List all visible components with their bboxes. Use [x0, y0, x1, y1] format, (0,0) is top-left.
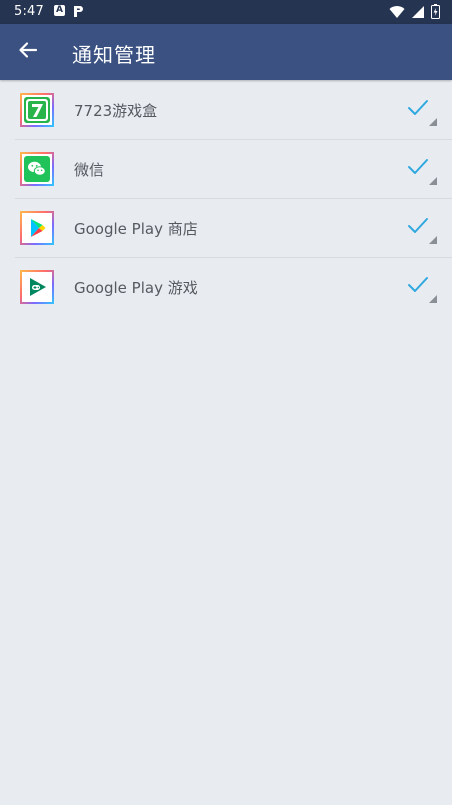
app-name: Google Play 商店 — [74, 220, 198, 238]
status-time: 5:47 — [14, 4, 44, 19]
a-badge-icon: A — [54, 5, 65, 16]
wechat-icon — [20, 152, 54, 186]
corner-indicator-icon — [429, 295, 437, 303]
app-name: 7723游戏盒 — [74, 102, 158, 120]
p-badge-icon — [73, 5, 84, 18]
status-bar: 5:47 A — [0, 0, 452, 24]
check-icon[interactable] — [406, 273, 430, 297]
app-bar: 通知管理 — [0, 24, 452, 80]
app-name: Google Play 游戏 — [74, 279, 198, 297]
status-right-icons — [389, 4, 440, 23]
arrow-left-icon — [18, 40, 38, 64]
corner-indicator-icon — [429, 177, 437, 185]
page-title: 通知管理 — [72, 43, 156, 67]
app-7723-icon — [20, 93, 54, 127]
list-item-google-play-games[interactable]: Google Play 游戏 — [15, 258, 452, 316]
app-notification-list: 7723游戏盒 微信 Google Play 商店 Google Play 游戏 — [0, 81, 452, 316]
list-item-7723[interactable]: 7723游戏盒 — [15, 81, 452, 140]
list-item-wechat[interactable]: 微信 — [15, 140, 452, 199]
signal-icon — [411, 5, 425, 23]
wifi-icon — [389, 5, 405, 23]
app-name: 微信 — [74, 161, 105, 179]
battery-icon — [431, 4, 440, 23]
back-button[interactable] — [12, 36, 44, 68]
corner-indicator-icon — [429, 118, 437, 126]
check-icon[interactable] — [406, 96, 430, 120]
google-play-store-icon — [20, 211, 54, 245]
corner-indicator-icon — [429, 236, 437, 244]
status-left-icons: A — [54, 5, 84, 18]
check-icon[interactable] — [406, 214, 430, 238]
list-item-google-play-store[interactable]: Google Play 商店 — [15, 199, 452, 258]
check-icon[interactable] — [406, 155, 430, 179]
google-play-games-icon — [20, 270, 54, 304]
